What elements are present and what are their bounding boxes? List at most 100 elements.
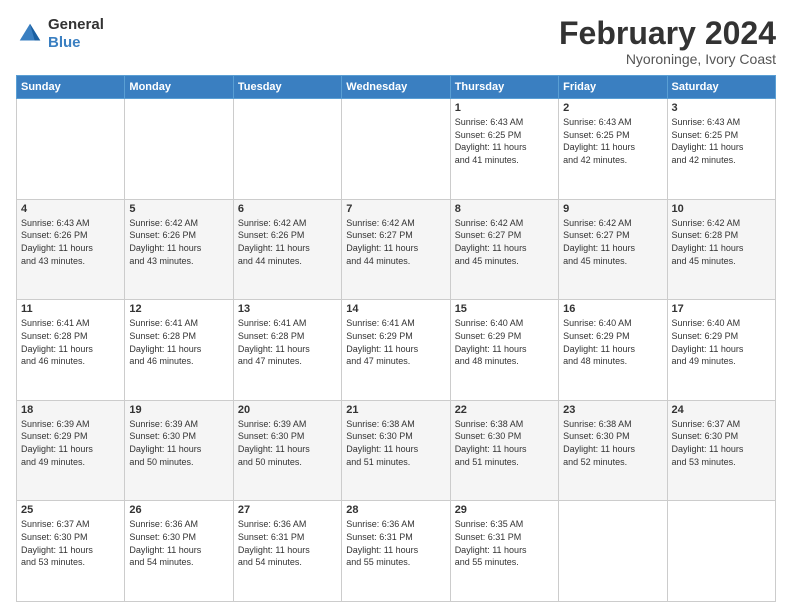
table-row: 18 Sunrise: 6:39 AM Sunset: 6:29 PM Dayli… xyxy=(17,400,125,501)
day-number: 23 xyxy=(563,404,662,416)
day-info: Sunrise: 6:42 AM Sunset: 6:27 PM Dayligh… xyxy=(346,217,445,267)
day-info: Sunrise: 6:39 AM Sunset: 6:29 PM Dayligh… xyxy=(21,418,120,468)
table-row: 10 Sunrise: 6:42 AM Sunset: 6:28 PM Dayli… xyxy=(667,199,775,300)
table-row: 29Sunrise: 6:35 AM Sunset: 6:31 PM Dayli… xyxy=(450,501,558,602)
table-row xyxy=(342,99,450,200)
day-number: 15 xyxy=(455,303,554,315)
table-row xyxy=(125,99,233,200)
table-row: 13Sunrise: 6:41 AM Sunset: 6:28 PM Dayli… xyxy=(233,300,341,401)
day-number: 8 xyxy=(455,203,554,215)
table-row: 20Sunrise: 6:39 AM Sunset: 6:30 PM Dayli… xyxy=(233,400,341,501)
table-row xyxy=(559,501,667,602)
title-block: February 2024 Nyoroninge, Ivory Coast xyxy=(559,16,776,67)
table-row: 5 Sunrise: 6:42 AM Sunset: 6:26 PM Daylig… xyxy=(125,199,233,300)
day-number: 10 xyxy=(672,203,771,215)
day-number: 11 xyxy=(21,303,120,315)
day-info: Sunrise: 6:38 AM Sunset: 6:30 PM Dayligh… xyxy=(563,418,662,468)
col-thursday: Thursday xyxy=(450,76,558,99)
calendar-table: Sunday Monday Tuesday Wednesday Thursday… xyxy=(16,75,776,602)
table-row xyxy=(667,501,775,602)
table-row: 14 Sunrise: 6:41 AM Sunset: 6:29 PM Dayli… xyxy=(342,300,450,401)
title-location: Nyoroninge, Ivory Coast xyxy=(559,51,776,67)
day-number: 9 xyxy=(563,203,662,215)
day-number: 14 xyxy=(346,303,445,315)
title-month: February 2024 xyxy=(559,16,776,51)
col-tuesday: Tuesday xyxy=(233,76,341,99)
table-row: 15 Sunrise: 6:40 AM Sunset: 6:29 PM Dayli… xyxy=(450,300,558,401)
day-number: 6 xyxy=(238,203,337,215)
table-row: 17 Sunrise: 6:40 AM Sunset: 6:29 PM Dayli… xyxy=(667,300,775,401)
day-number: 24 xyxy=(672,404,771,416)
day-number: 7 xyxy=(346,203,445,215)
calendar-week-row: 11 Sunrise: 6:41 AM Sunset: 6:28 PM Dayli… xyxy=(17,300,776,401)
logo-text: General Blue xyxy=(48,16,104,52)
day-info: Sunrise: 6:40 AM Sunset: 6:29 PM Dayligh… xyxy=(563,317,662,367)
day-number: 28 xyxy=(346,504,445,516)
table-row: 16 Sunrise: 6:40 AM Sunset: 6:29 PM Dayli… xyxy=(559,300,667,401)
day-info: Sunrise: 6:40 AM Sunset: 6:29 PM Dayligh… xyxy=(672,317,771,367)
table-row: 8 Sunrise: 6:42 AM Sunset: 6:27 PM Daylig… xyxy=(450,199,558,300)
calendar-header-row: Sunday Monday Tuesday Wednesday Thursday… xyxy=(17,76,776,99)
day-info: Sunrise: 6:40 AM Sunset: 6:29 PM Dayligh… xyxy=(455,317,554,367)
day-number: 21 xyxy=(346,404,445,416)
calendar-week-row: 1 Sunrise: 6:43 AM Sunset: 6:25 PM Daylig… xyxy=(17,99,776,200)
table-row: 22 Sunrise: 6:38 AM Sunset: 6:30 PM Dayli… xyxy=(450,400,558,501)
logo: General Blue xyxy=(16,16,104,52)
table-row xyxy=(17,99,125,200)
day-info: Sunrise: 6:42 AM Sunset: 6:27 PM Dayligh… xyxy=(455,217,554,267)
day-number: 29 xyxy=(455,504,554,516)
day-info: Sunrise: 6:38 AM Sunset: 6:30 PM Dayligh… xyxy=(346,418,445,468)
table-row: 28Sunrise: 6:36 AM Sunset: 6:31 PM Dayli… xyxy=(342,501,450,602)
table-row: 19Sunrise: 6:39 AM Sunset: 6:30 PM Dayli… xyxy=(125,400,233,501)
day-info: Sunrise: 6:43 AM Sunset: 6:26 PM Dayligh… xyxy=(21,217,120,267)
day-info: Sunrise: 6:37 AM Sunset: 6:30 PM Dayligh… xyxy=(672,418,771,468)
table-row: 24 Sunrise: 6:37 AM Sunset: 6:30 PM Dayli… xyxy=(667,400,775,501)
day-number: 18 xyxy=(21,404,120,416)
table-row: 27 Sunrise: 6:36 AM Sunset: 6:31 PM Dayli… xyxy=(233,501,341,602)
page: General Blue February 2024 Nyoroninge, I… xyxy=(0,0,792,612)
day-number: 19 xyxy=(129,404,228,416)
table-row: 11 Sunrise: 6:41 AM Sunset: 6:28 PM Dayli… xyxy=(17,300,125,401)
table-row: 2 Sunrise: 6:43 AM Sunset: 6:25 PM Daylig… xyxy=(559,99,667,200)
day-number: 5 xyxy=(129,203,228,215)
logo-blue: Blue xyxy=(48,34,81,51)
day-number: 12 xyxy=(129,303,228,315)
day-number: 27 xyxy=(238,504,337,516)
day-info: Sunrise: 6:41 AM Sunset: 6:28 PM Dayligh… xyxy=(21,317,120,367)
table-row: 26Sunrise: 6:36 AM Sunset: 6:30 PM Dayli… xyxy=(125,501,233,602)
header: General Blue February 2024 Nyoroninge, I… xyxy=(16,16,776,67)
day-info: Sunrise: 6:41 AM Sunset: 6:28 PM Dayligh… xyxy=(129,317,228,367)
day-number: 16 xyxy=(563,303,662,315)
day-info: Sunrise: 6:42 AM Sunset: 6:26 PM Dayligh… xyxy=(129,217,228,267)
day-info: Sunrise: 6:43 AM Sunset: 6:25 PM Dayligh… xyxy=(455,116,554,166)
day-info: Sunrise: 6:43 AM Sunset: 6:25 PM Dayligh… xyxy=(563,116,662,166)
day-info: Sunrise: 6:43 AM Sunset: 6:25 PM Dayligh… xyxy=(672,116,771,166)
table-row xyxy=(233,99,341,200)
col-friday: Friday xyxy=(559,76,667,99)
col-wednesday: Wednesday xyxy=(342,76,450,99)
day-info: Sunrise: 6:39 AM Sunset: 6:30 PM Dayligh… xyxy=(238,418,337,468)
table-row: 4Sunrise: 6:43 AM Sunset: 6:26 PM Daylig… xyxy=(17,199,125,300)
day-info: Sunrise: 6:41 AM Sunset: 6:29 PM Dayligh… xyxy=(346,317,445,367)
table-row: 1 Sunrise: 6:43 AM Sunset: 6:25 PM Daylig… xyxy=(450,99,558,200)
day-number: 22 xyxy=(455,404,554,416)
day-info: Sunrise: 6:38 AM Sunset: 6:30 PM Dayligh… xyxy=(455,418,554,468)
table-row: 21 Sunrise: 6:38 AM Sunset: 6:30 PM Dayli… xyxy=(342,400,450,501)
day-info: Sunrise: 6:42 AM Sunset: 6:28 PM Dayligh… xyxy=(672,217,771,267)
table-row: 23 Sunrise: 6:38 AM Sunset: 6:30 PM Dayli… xyxy=(559,400,667,501)
table-row: 3Sunrise: 6:43 AM Sunset: 6:25 PM Daylig… xyxy=(667,99,775,200)
day-number: 17 xyxy=(672,303,771,315)
day-number: 2 xyxy=(563,102,662,114)
table-row: 25 Sunrise: 6:37 AM Sunset: 6:30 PM Dayli… xyxy=(17,501,125,602)
calendar-week-row: 4Sunrise: 6:43 AM Sunset: 6:26 PM Daylig… xyxy=(17,199,776,300)
table-row: 6 Sunrise: 6:42 AM Sunset: 6:26 PM Daylig… xyxy=(233,199,341,300)
table-row: 7 Sunrise: 6:42 AM Sunset: 6:27 PM Daylig… xyxy=(342,199,450,300)
day-number: 13 xyxy=(238,303,337,315)
day-info: Sunrise: 6:36 AM Sunset: 6:31 PM Dayligh… xyxy=(238,518,337,568)
table-row: 9Sunrise: 6:42 AM Sunset: 6:27 PM Daylig… xyxy=(559,199,667,300)
day-info: Sunrise: 6:37 AM Sunset: 6:30 PM Dayligh… xyxy=(21,518,120,568)
logo-icon xyxy=(16,20,44,48)
day-info: Sunrise: 6:42 AM Sunset: 6:26 PM Dayligh… xyxy=(238,217,337,267)
day-number: 1 xyxy=(455,102,554,114)
day-number: 25 xyxy=(21,504,120,516)
